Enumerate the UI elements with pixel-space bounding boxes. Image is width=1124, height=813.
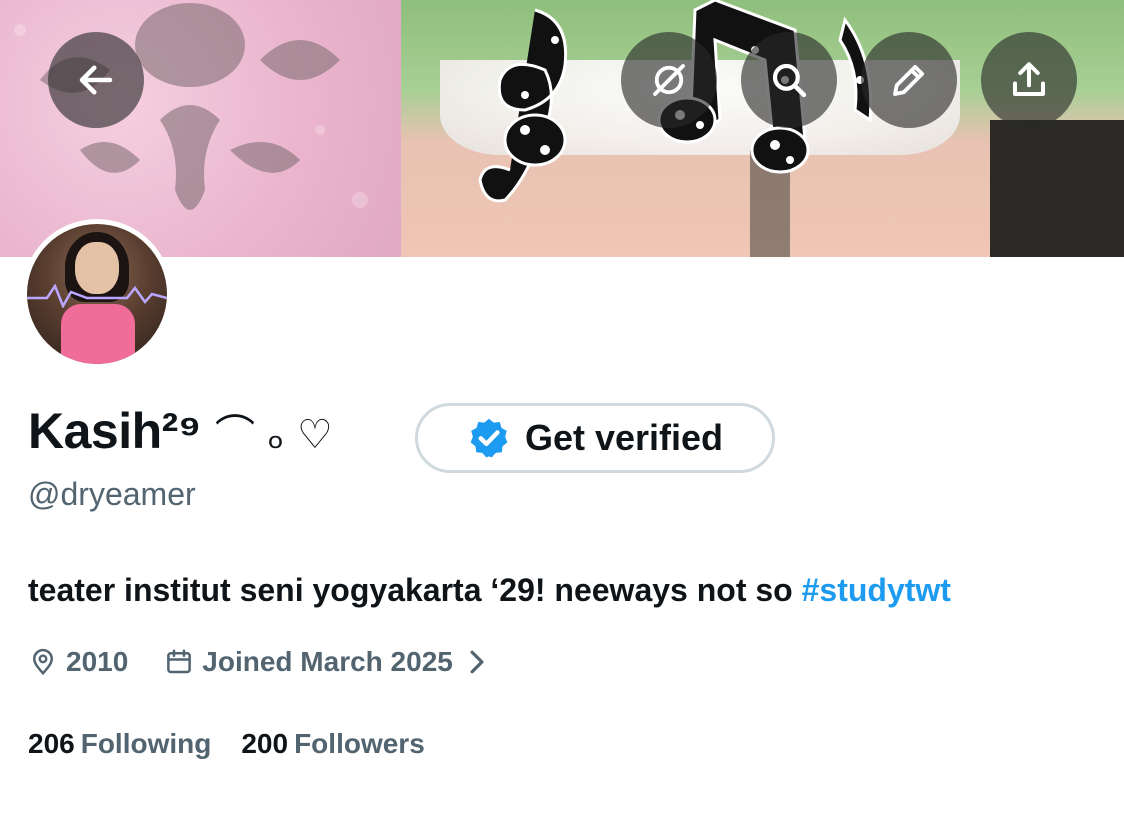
search-button[interactable] (741, 32, 837, 128)
calendar-icon (167, 649, 192, 674)
following-link[interactable]: 206 Following (28, 728, 211, 760)
display-name: Kasih²⁹ (28, 403, 202, 459)
profile-handle: @dryeamer (28, 476, 196, 512)
name-decoration: ⌒ ₒ ♡ (215, 412, 333, 458)
banner-dark-area (990, 120, 1124, 257)
joined-text: Joined March 2025 (202, 646, 453, 677)
followers-label: Followers (294, 728, 425, 759)
avatar-image (27, 224, 167, 364)
location-pin-icon (32, 648, 54, 676)
bio-hashtag-link[interactable]: #studytwt (802, 572, 951, 608)
followers-count: 200 (241, 728, 289, 759)
location-text: 2010 (66, 646, 129, 677)
share-icon (1012, 62, 1046, 97)
edit-button[interactable] (861, 32, 957, 128)
search-icon (772, 63, 807, 98)
avatar-clothing (61, 304, 135, 364)
damask-pattern (14, 3, 368, 210)
arrow-left-icon (79, 65, 113, 95)
get-verified-label: Get verified (524, 417, 724, 458)
profile-banner[interactable] (0, 0, 1124, 257)
follow-stats: 206 Following 200 Followers (28, 728, 425, 760)
share-button[interactable] (981, 32, 1077, 128)
profile-meta: 2010 Joined March 2025 (28, 642, 487, 682)
back-button[interactable] (48, 32, 144, 128)
verified-badge-icon (470, 418, 508, 458)
following-label: Following (80, 728, 212, 759)
following-count: 206 (28, 728, 75, 759)
name-row: Kasih²⁹ ⌒ ₒ ♡ (28, 396, 333, 466)
profile-bio: teater institut seni yogyakarta ‘29! nee… (28, 572, 951, 609)
grok-button[interactable] (621, 32, 717, 128)
pencil-icon (893, 64, 925, 96)
banner-pink-pattern (0, 0, 401, 257)
chevron-right-icon (470, 650, 484, 674)
avatar[interactable] (22, 219, 172, 369)
joined-date-item[interactable]: Joined March 2025 (164, 646, 487, 678)
get-verified-button[interactable]: Get verified (415, 403, 775, 473)
grok-icon (653, 64, 685, 96)
location-item: 2010 (28, 646, 128, 678)
bio-text: teater institut seni yogyakarta ‘29! nee… (28, 572, 802, 608)
followers-link[interactable]: 200 Followers (241, 728, 424, 760)
avatar-heartbeat-line (27, 284, 167, 308)
